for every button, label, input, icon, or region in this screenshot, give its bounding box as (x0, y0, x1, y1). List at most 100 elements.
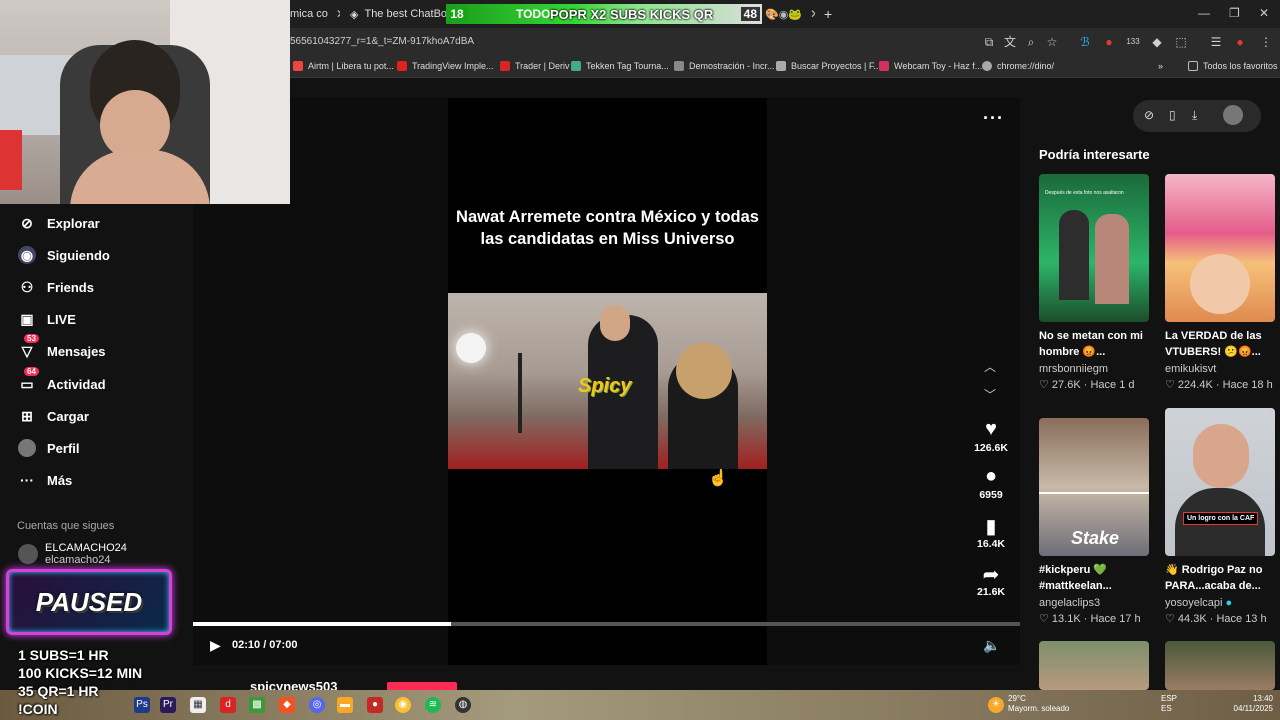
video-watermark: Spicy (578, 375, 632, 397)
bookmark-item[interactable]: chrome://dino/ (982, 61, 1054, 71)
webcam-feed (0, 0, 290, 204)
chevron-right-icon[interactable]: » (1158, 61, 1163, 71)
extension-icon[interactable]: 133 (1125, 34, 1141, 50)
minecraft-icon[interactable]: ▩ (249, 697, 265, 713)
like-count: 126.6K (974, 442, 1008, 454)
play-icon[interactable]: ▶ (210, 637, 221, 654)
bookmark-item[interactable]: Demostración - Incr... (674, 61, 775, 71)
zoom-icon[interactable]: ⌕ (1023, 34, 1039, 50)
puzzle-icon[interactable]: ⬚ (1173, 34, 1189, 50)
language-indicator[interactable]: ESP ES (1161, 694, 1177, 714)
avatar[interactable] (1223, 105, 1243, 125)
taskbar: Ps Pr ▦ d ▩ ◆ ◎ ▬ ● ◉ ≋ ◍ ☀ (0, 690, 1280, 720)
sidebar-item-mensajes[interactable]: ▽ 53 Mensajes (18, 334, 106, 360)
share-count: 21.6K (976, 586, 1006, 598)
download-icon[interactable]: ⤓ (1192, 108, 1197, 123)
weather[interactable]: 29°C Mayorm. soleado (1008, 694, 1069, 714)
sidebar-item-live[interactable]: ▣ LIVE (18, 310, 76, 328)
bookmark-item[interactable]: Webcam Toy - Haz f... (879, 61, 982, 71)
app-icon[interactable]: ● (367, 697, 383, 713)
top-actions: ⊘ ▯ ⤓ (1133, 100, 1261, 132)
chrome-icon[interactable]: ◉ (395, 697, 411, 713)
bookmark-star-icon[interactable]: ☆ (1044, 34, 1060, 50)
card-title[interactable]: #kickperu 💚 #mattkeelan... (1039, 562, 1112, 594)
deriv-icon[interactable]: d (220, 697, 236, 713)
card-thumbnail[interactable]: Después de esta foto nos asaltaron (1039, 174, 1149, 322)
bookmark-item[interactable]: Tekken Tag Tourna... (571, 61, 669, 71)
store-icon[interactable]: ▦ (190, 697, 206, 713)
profile-avatar-icon[interactable]: ● (1232, 34, 1248, 50)
extension-icon[interactable]: ◆ (1149, 34, 1165, 50)
like-button[interactable]: ♥ 126.6K (970, 418, 1012, 454)
card-title[interactable]: No se metan con mi hombre 😡... (1039, 328, 1143, 360)
card-thumbnail[interactable]: Stake (1039, 418, 1149, 556)
sidebar-item-cargar[interactable]: ⊞ Cargar (18, 407, 89, 425)
card-thumbnail[interactable] (1165, 174, 1275, 322)
clock[interactable]: 13:40 04/11/2025 (1227, 694, 1273, 714)
phone-icon[interactable]: ▯ (1169, 108, 1176, 122)
card-thumbnail[interactable] (1039, 641, 1149, 690)
friends-icon: ⚇ (20, 278, 34, 295)
following-icon: ◉ (18, 246, 36, 264)
card-user[interactable]: angelaclips3 (1039, 597, 1100, 609)
extension-icon[interactable]: ● (1101, 34, 1117, 50)
bookmark-item[interactable]: Buscar Proyectos | F... (776, 61, 881, 71)
save-button[interactable]: ▮ 16.4K (970, 514, 1012, 550)
tab-chatbot[interactable]: ◈ The best ChatBot and (350, 0, 450, 28)
weather-icon: ☀ (988, 697, 1004, 713)
tab-label: The best ChatBot and (364, 8, 450, 20)
account-username: elcamacho24 (45, 554, 111, 566)
close-window-icon[interactable]: ✕ (1259, 6, 1269, 20)
bookmark-item[interactable]: Airtm | Libera tu pot... (293, 61, 394, 71)
card-title[interactable]: 👋 Rodrigo Paz no PARA...acaba de... (1165, 562, 1262, 594)
extension-icon[interactable]: ℬ (1077, 34, 1093, 50)
sidebar-item-mas[interactable]: ··· Más (18, 471, 72, 489)
account-item[interactable]: ELCAMACHO24 elcamacho24 (45, 542, 127, 566)
tab-extra[interactable]: 🎨◉🐸 ✕ (765, 0, 815, 28)
url-input[interactable]: 56561043277_r=1&_t=ZM-917khoA7dBA (290, 36, 474, 47)
premiere-icon[interactable]: Pr (160, 697, 176, 713)
card-user[interactable]: yosoyelcapi ● (1165, 597, 1232, 609)
cast-icon[interactable]: ⧉ (981, 34, 997, 50)
more-options-icon[interactable]: ··· (983, 108, 1004, 129)
card-user[interactable]: mrsbonniiegm (1039, 363, 1108, 375)
sidebar-item-perfil[interactable]: Perfil (18, 439, 80, 457)
close-icon[interactable]: ✕ (336, 7, 340, 21)
share-button[interactable]: ➦ 21.6K (970, 562, 1012, 598)
mouse-cursor: ☝ (708, 470, 728, 487)
chevron-down-icon[interactable]: ﹀ (984, 386, 996, 403)
menu-icon[interactable]: ⋮ (1258, 34, 1274, 50)
close-icon[interactable]: ✕ (810, 7, 815, 21)
discord-icon[interactable]: ◎ (309, 697, 325, 713)
brave-icon[interactable]: ◆ (279, 697, 295, 713)
card-user[interactable]: emikukisvt (1165, 363, 1216, 375)
new-tab-button[interactable]: + (824, 0, 840, 28)
sidebar-item-siguiendo[interactable]: ◉ Siguiendo (18, 246, 110, 264)
spotify-icon[interactable]: ≋ (425, 697, 441, 713)
card-title[interactable]: La VERDAD de las VTUBERS! 😕😡... (1165, 328, 1262, 360)
sidebar-item-explorar[interactable]: ⊘ Explorar (18, 214, 100, 232)
folder-icon[interactable]: ▬ (337, 697, 353, 713)
video-progress-bar[interactable] (193, 622, 1020, 626)
bookmark-item[interactable]: TradingView Imple... (397, 61, 494, 71)
card-thumbnail[interactable] (1165, 641, 1275, 690)
bookmark-item[interactable]: Trader | Deriv (500, 61, 570, 71)
restore-icon[interactable]: ❐ (1229, 6, 1240, 20)
minimize-icon[interactable]: — (1198, 6, 1210, 20)
volume-icon[interactable]: 🔈 (983, 637, 1000, 654)
comment-button[interactable]: ● 6959 (970, 465, 1012, 501)
chevron-up-icon[interactable]: ︿ (984, 358, 996, 375)
github-icon[interactable]: ◍ (455, 697, 471, 713)
profile-icon (18, 439, 36, 457)
save-count: 16.4K (976, 538, 1006, 550)
translate-icon[interactable]: 文 (1002, 34, 1018, 50)
sidebar-item-friends[interactable]: ⚇ Friends (18, 278, 94, 296)
card-thumbnail[interactable]: Un logro con la CAF (1165, 408, 1275, 556)
coin-icon[interactable]: ⊘ (1144, 108, 1154, 122)
sidebar-item-actividad[interactable]: ▭ 64 Actividad (18, 367, 106, 393)
tab-active[interactable]: mica co ✕ (290, 0, 340, 28)
video-player[interactable]: Nawat Arremete contra México y todas las… (448, 98, 767, 665)
heart-icon: ♥ (985, 418, 997, 440)
reading-list-icon[interactable]: ☰ (1208, 34, 1224, 50)
all-bookmarks[interactable]: Todos los favoritos (1188, 61, 1278, 71)
